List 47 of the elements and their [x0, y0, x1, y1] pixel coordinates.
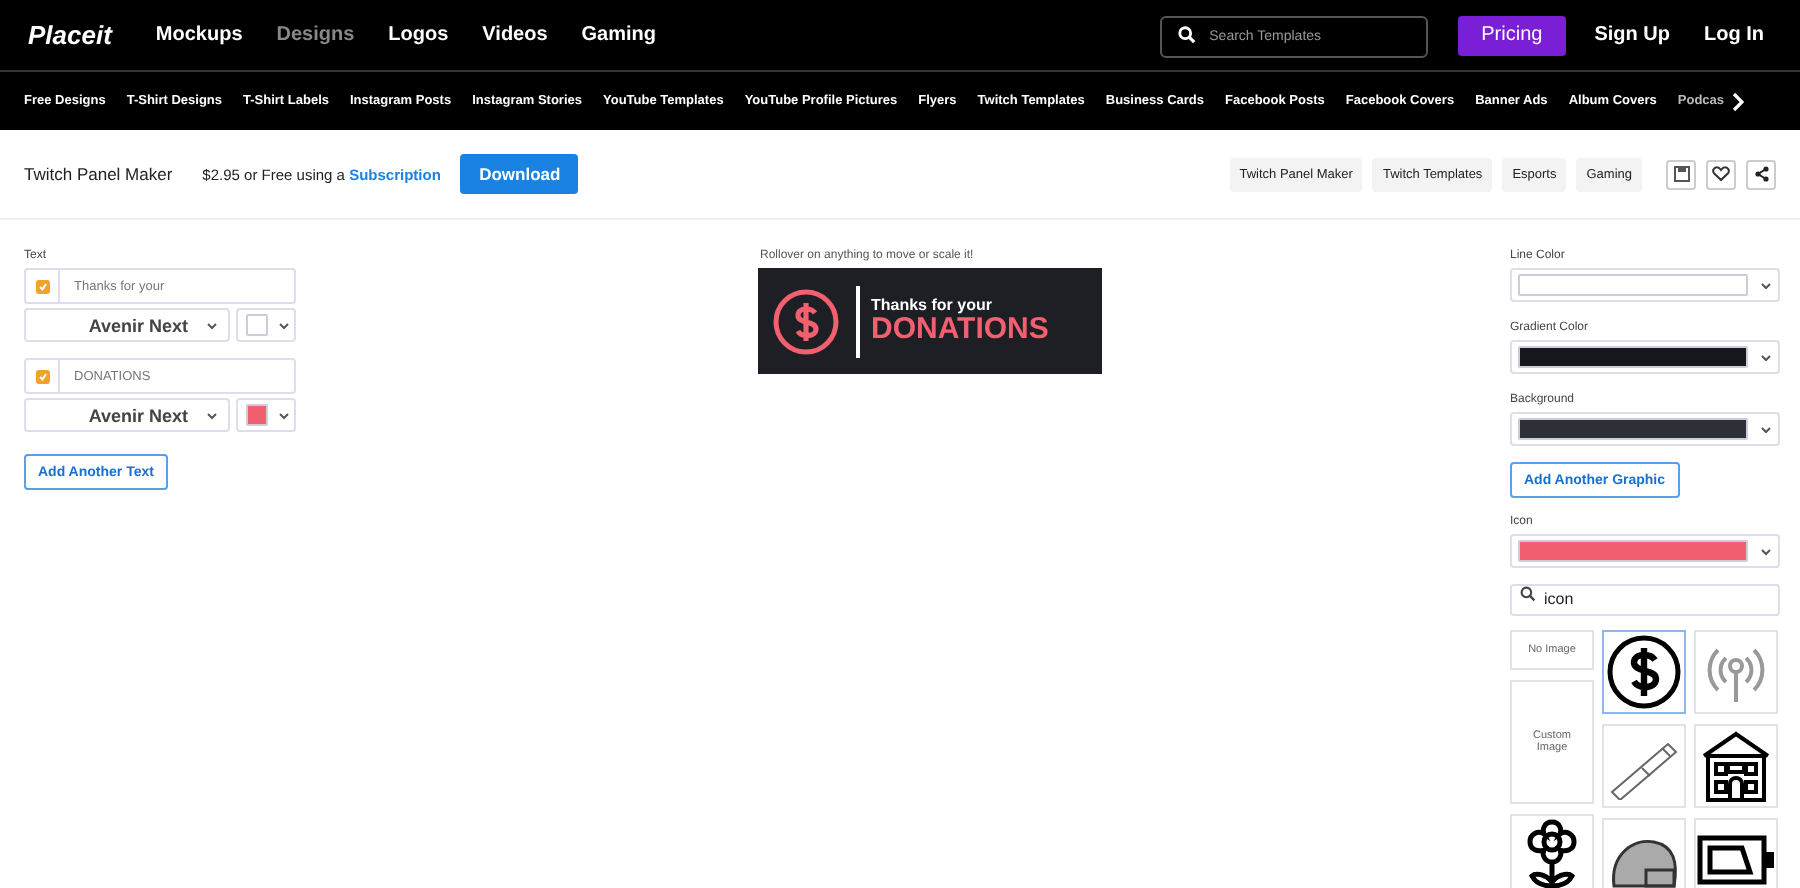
search-icon	[1520, 586, 1536, 602]
panel-preview[interactable]: Thanks for your DONATIONS	[758, 268, 1102, 374]
save-button[interactable]	[1666, 159, 1696, 189]
color-picker[interactable]	[236, 398, 296, 432]
save-icon	[1673, 166, 1689, 182]
color-picker[interactable]	[236, 308, 296, 342]
color-dropdown[interactable]	[1510, 340, 1780, 374]
nav-link[interactable]: Designs	[276, 24, 355, 46]
heart-icon	[1712, 166, 1730, 182]
dollar-icon	[772, 287, 840, 355]
font-dropdown[interactable]: Avenir Next	[24, 308, 230, 342]
nav-link[interactable]: Videos	[482, 24, 548, 46]
dollar-icon	[1606, 633, 1682, 709]
building-icon	[1698, 727, 1774, 803]
caret-icon	[1760, 281, 1772, 289]
font-dropdown[interactable]: Avenir Next	[24, 398, 230, 432]
caret-icon	[1760, 353, 1772, 361]
nav-link[interactable]: Mockups	[155, 24, 243, 46]
chevron-right-icon[interactable]	[1731, 91, 1744, 111]
battery-icon	[1696, 833, 1776, 885]
color-dropdown[interactable]	[1510, 534, 1780, 568]
caret-icon	[1760, 547, 1772, 555]
color-dropdown[interactable]	[1510, 412, 1780, 446]
page-title: Twitch Panel Maker	[24, 164, 173, 184]
color-dropdown[interactable]	[1510, 268, 1780, 302]
icon-tile[interactable]	[1602, 629, 1686, 713]
search-icon	[1177, 25, 1196, 43]
logo[interactable]: Placeit	[28, 20, 112, 50]
favorite-button[interactable]	[1706, 159, 1736, 189]
caret-icon	[1760, 425, 1772, 433]
caret-icon	[206, 411, 218, 419]
nav-link[interactable]: Gaming	[581, 24, 657, 46]
banner-title: DONATIONS	[871, 314, 1049, 346]
share-button[interactable]	[1746, 159, 1776, 189]
download-button[interactable]: Download	[460, 154, 579, 194]
sign-up-link[interactable]: Sign Up	[1594, 24, 1670, 46]
log-in-link[interactable]: Log In	[1704, 24, 1764, 46]
icon-search-field[interactable]: icon	[1510, 583, 1780, 615]
caret-icon	[278, 321, 290, 329]
checkbox[interactable]	[35, 279, 49, 293]
checkbox[interactable]	[35, 369, 49, 383]
caret-icon	[278, 411, 290, 419]
banner-text: Thanks for your	[871, 296, 994, 314]
nav-link[interactable]: Logos	[388, 24, 449, 46]
share-icon	[1753, 166, 1769, 182]
pricing-button[interactable]: Pricing	[1457, 15, 1567, 55]
caret-icon	[206, 321, 218, 329]
